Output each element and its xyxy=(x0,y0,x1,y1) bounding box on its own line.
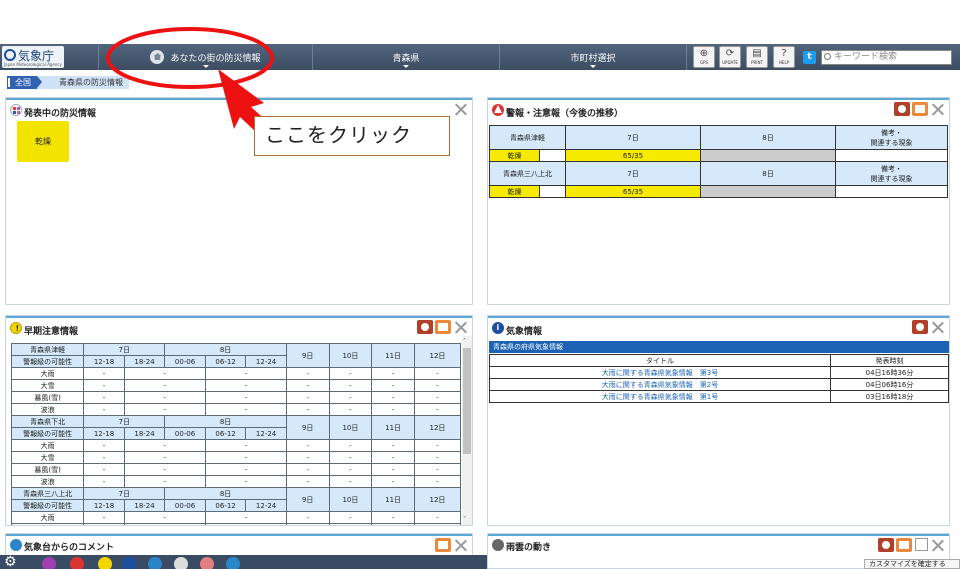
click-here-callout: ここをクリック xyxy=(254,116,450,156)
highlight-ellipse xyxy=(106,27,274,89)
annotation-overlay xyxy=(106,27,286,148)
